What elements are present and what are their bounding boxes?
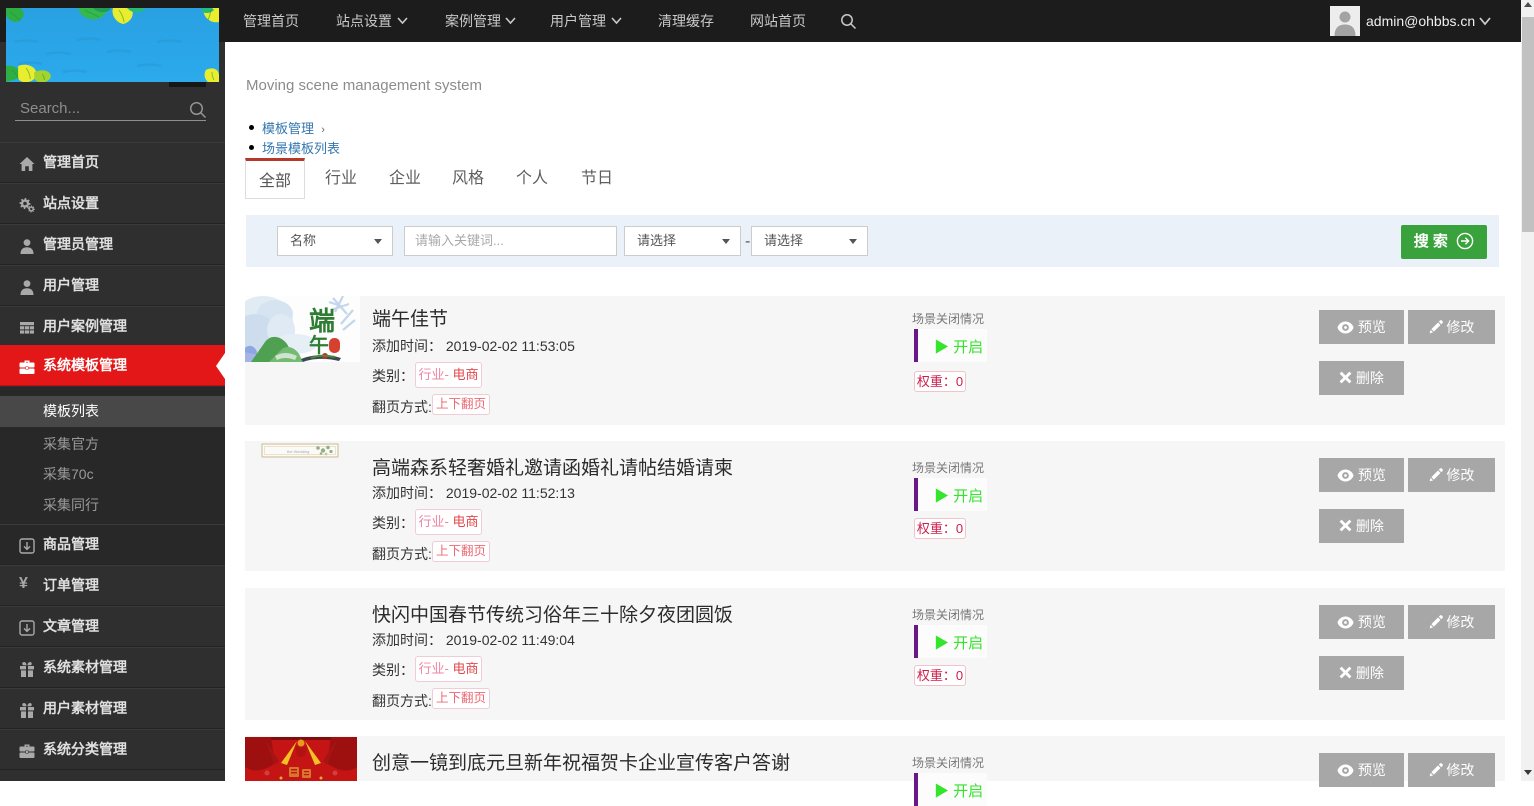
svg-text:端: 端 [309, 307, 335, 336]
svg-text:the Wedding: the Wedding [287, 449, 309, 454]
